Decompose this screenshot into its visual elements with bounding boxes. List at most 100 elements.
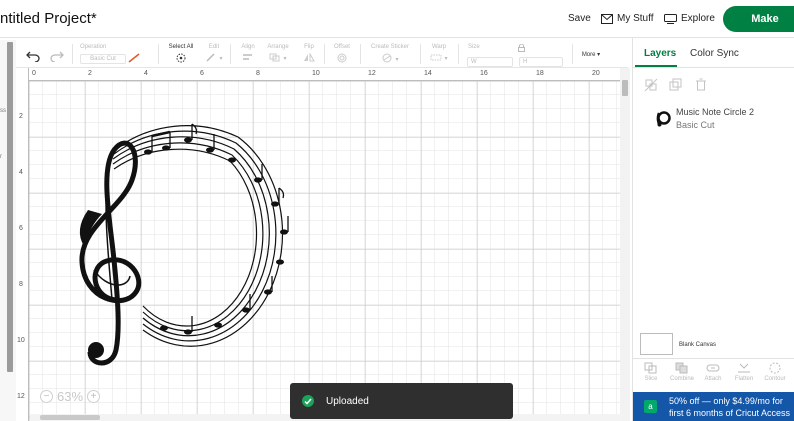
width-field-label: W [471, 59, 477, 65]
combine-icon [668, 362, 696, 374]
operation-select[interactable]: Basic Cut [80, 54, 126, 64]
offset-button[interactable]: Offset [330, 44, 354, 65]
create-sticker-button[interactable]: Create Sticker ▾ [366, 44, 414, 65]
more-menu[interactable]: More ▾ [578, 51, 604, 58]
more-label: More [581, 52, 596, 58]
canvas-grid [29, 81, 620, 421]
tab-color-sync[interactable]: Color Sync [690, 48, 739, 59]
explore-button[interactable]: Explore [664, 13, 715, 24]
chevron-down-icon: ▾ [395, 56, 399, 63]
project-title[interactable]: ntitled Project* [0, 10, 97, 27]
chevron-down-icon: ▾ [219, 56, 223, 62]
ruler-left-label: 2 [19, 113, 23, 120]
ruler-top-label: 12 [368, 70, 376, 77]
select-all-icon [175, 53, 187, 65]
flatten-label: Flatten [734, 376, 754, 382]
ruler-top-label: 18 [536, 70, 544, 77]
make-button[interactable]: Make [723, 6, 794, 32]
zoom-out-button[interactable]: − [40, 390, 53, 403]
tab-color-sync-label: Color Sync [690, 48, 739, 59]
toolbar-divider [572, 44, 573, 64]
edit-label: Edit [208, 44, 220, 50]
arrange-icon [269, 53, 281, 64]
layer-item[interactable]: Music Note Circle 2 Basic Cut [633, 104, 794, 134]
warp-menu[interactable]: Warp ▾ [426, 44, 452, 64]
select-all-button[interactable]: Select All [164, 44, 198, 65]
width-field[interactable]: W [467, 57, 513, 67]
slice-icon [637, 362, 665, 374]
ruler-top-label: 14 [424, 70, 432, 77]
contour-button[interactable]: Contour [761, 362, 789, 382]
blank-canvas-swatch[interactable] [640, 333, 673, 355]
slice-label: Slice [644, 376, 658, 382]
offset-icon [336, 53, 348, 65]
my-stuff-button[interactable]: My Stuff [601, 13, 654, 24]
redo-icon[interactable] [50, 49, 64, 67]
ungroup-icon[interactable] [644, 78, 658, 92]
toolbar-divider [72, 44, 73, 64]
promo-line-1: 50% off — only $4.99/mo for [669, 396, 783, 406]
flip-icon [303, 52, 315, 64]
design-canvas[interactable] [16, 68, 620, 421]
check-icon [302, 395, 314, 407]
toolbar-divider [420, 44, 421, 64]
layers-panel: Layers Color Sync Music Note Circle 2 Ba… [633, 38, 794, 421]
delete-icon[interactable] [694, 78, 708, 92]
blade-icon [128, 53, 140, 65]
arrange-menu[interactable]: Arrange ▾ [262, 44, 294, 64]
flip-menu[interactable]: Flip [298, 44, 320, 64]
ruler-top-label: 16 [480, 70, 488, 77]
slice-button[interactable]: Slice [637, 362, 665, 382]
combine-button[interactable]: Combine [668, 362, 696, 382]
ruler-left-label: 8 [19, 281, 23, 288]
envelope-icon [601, 13, 613, 24]
toolbar-divider [158, 44, 159, 64]
left-scrollbar[interactable] [7, 42, 13, 372]
left-ruler: 2 4 6 8 10 12 [16, 68, 29, 421]
ruler-top-label: 6 [200, 70, 204, 77]
scrollbar-thumb[interactable] [622, 80, 628, 96]
lock-icon[interactable] [517, 43, 525, 54]
toolbar-divider [324, 44, 325, 64]
duplicate-icon[interactable] [669, 78, 683, 92]
tab-layers[interactable]: Layers [644, 48, 676, 59]
zoom-controls: − 63% + [40, 389, 101, 404]
canvas-vertical-scrollbar[interactable] [620, 68, 630, 421]
chevron-down-icon: ▾ [444, 56, 448, 62]
gutter-mark: r [0, 154, 2, 160]
my-stuff-label: My Stuff [617, 13, 654, 24]
toast-message: Uploaded [326, 395, 369, 407]
flatten-icon [730, 362, 758, 374]
operation-dropdown[interactable]: Operation Basic Cut [80, 44, 154, 65]
sticker-icon [381, 53, 393, 65]
align-label: Align [241, 44, 255, 50]
chevron-down-icon: ▾ [595, 52, 601, 58]
toolbar-divider [360, 44, 361, 64]
ruler-top-label: 8 [256, 70, 260, 77]
height-field[interactable]: H [519, 57, 563, 67]
size-controls: Size W H [464, 43, 566, 67]
top-ruler: 0 2 4 6 8 10 12 14 16 18 20 [16, 68, 620, 81]
blank-canvas-label: Blank Canvas [679, 342, 717, 348]
ruler-top-label: 20 [592, 70, 600, 77]
ruler-top-label: 10 [312, 70, 320, 77]
contour-label: Contour [764, 376, 786, 382]
flatten-button[interactable]: Flatten [730, 362, 758, 382]
attach-button[interactable]: Attach [699, 362, 727, 382]
pencil-icon [205, 53, 217, 64]
select-all-label: Select All [168, 44, 194, 50]
size-label: Size [468, 44, 480, 50]
toolbar-divider [458, 44, 459, 64]
promo-banner[interactable]: a 50% off — only $4.99/mo for first 6 mo… [633, 392, 794, 421]
scrollbar-thumb[interactable] [40, 415, 100, 420]
align-menu[interactable]: Align [236, 44, 260, 63]
zoom-in-button[interactable]: + [87, 390, 101, 403]
panel-bottom-divider [633, 358, 794, 359]
attach-icon [699, 362, 727, 374]
undo-icon[interactable] [26, 49, 40, 67]
save-button[interactable]: Save [568, 13, 591, 24]
combine-label: Combine [669, 376, 694, 382]
toolbar-divider [230, 44, 231, 64]
edit-menu[interactable]: Edit ▾ [202, 44, 226, 64]
warp-icon [430, 53, 442, 64]
